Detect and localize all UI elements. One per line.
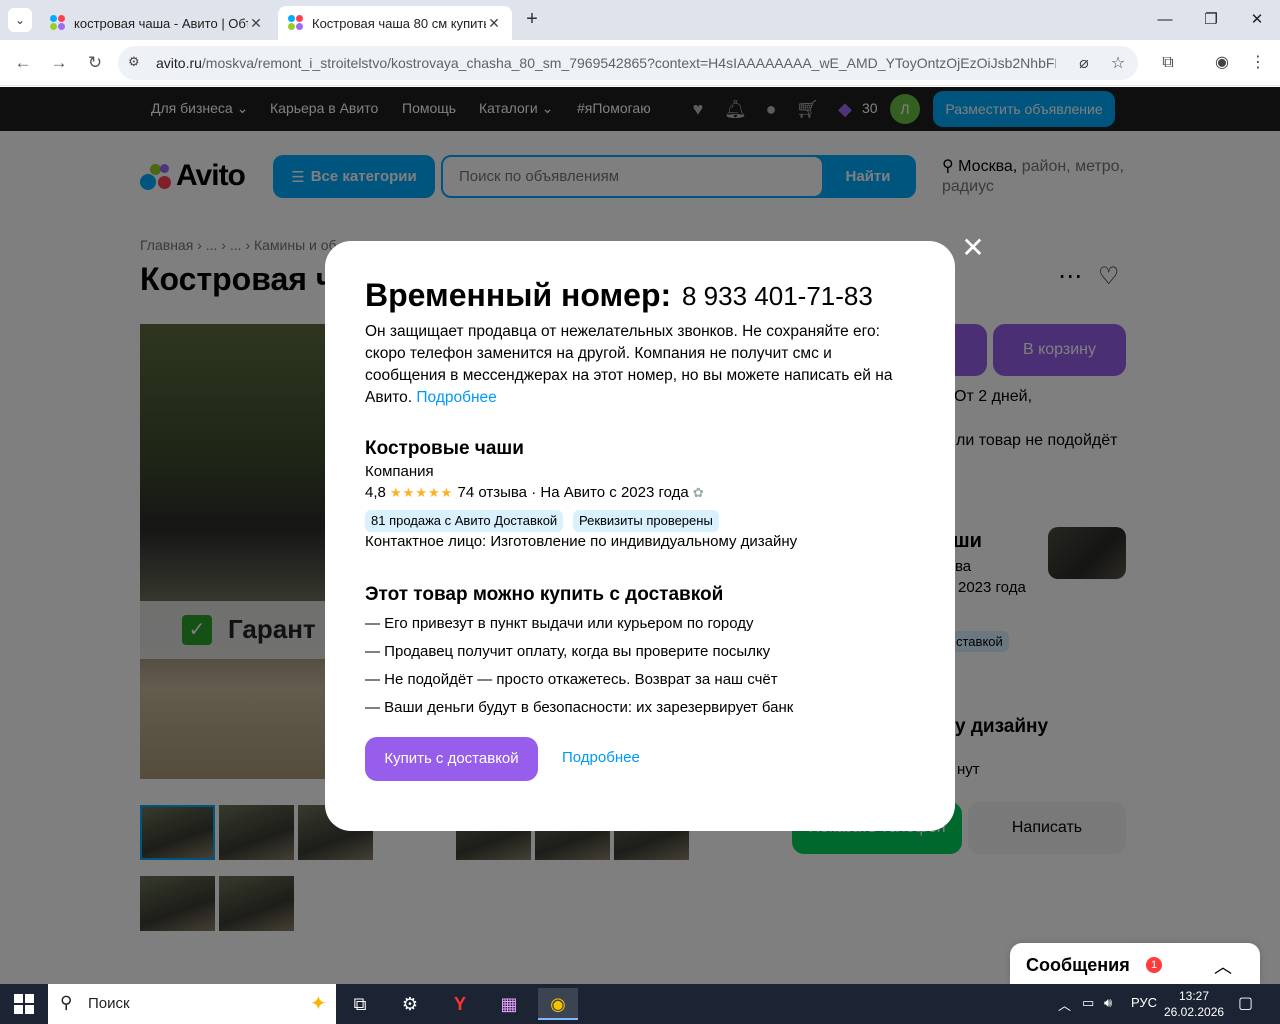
- yandex-browser-icon[interactable]: Y: [440, 988, 480, 1020]
- restore-icon[interactable]: ❐: [1188, 0, 1234, 40]
- buy-with-delivery-button[interactable]: Купить с доставкой: [365, 737, 538, 781]
- chrome-icon[interactable]: ◉: [538, 988, 578, 1020]
- close-icon[interactable]: ✕: [486, 15, 502, 32]
- modal-description: Он защищает продавца от нежелательных зв…: [365, 323, 893, 406]
- address-bar[interactable]: ⚙ avito.ru/moskva/remont_i_stroitelstvo/…: [118, 46, 1138, 80]
- contact-person: Контактное лицо: Изготовление по индивид…: [365, 533, 798, 550]
- list-item: — Продавец получит оплату, когда вы пров…: [365, 643, 771, 660]
- profile-icon[interactable]: ◉: [1210, 51, 1234, 75]
- volume-icon[interactable]: 🔊︎: [1104, 995, 1112, 1011]
- site-settings-icon[interactable]: ⚙: [128, 54, 146, 72]
- forward-arrow-icon[interactable]: →: [46, 50, 72, 76]
- task-view-icon[interactable]: ⧉: [340, 988, 380, 1020]
- description-more-link[interactable]: Подробнее: [416, 389, 496, 406]
- windows-start-icon[interactable]: [14, 994, 34, 1014]
- search-icon: ⚲: [60, 993, 73, 1012]
- settings-gear-icon[interactable]: ⚙: [390, 988, 430, 1020]
- extensions-icon[interactable]: ⧉: [1156, 51, 1180, 75]
- seller-rating-row: 4,8 ★★★★★ 74 отзыва · На Авито с 2023 го…: [365, 484, 704, 501]
- location-off-icon[interactable]: ⌀: [1074, 54, 1094, 74]
- browser-tab-2[interactable]: Костровая чаша 80 см купить ✕: [278, 6, 512, 40]
- delivery-points-list: — Его привезут в пункт выдачи или курьер…: [365, 615, 793, 727]
- reviews-link[interactable]: 74 отзыва: [457, 484, 527, 501]
- new-tab-plus-icon[interactable]: +: [520, 8, 544, 32]
- rating-value: 4,8: [365, 484, 386, 501]
- list-item: — Его привезут в пункт выдачи или курьер…: [365, 615, 754, 632]
- tray-chevron-icon[interactable]: ︿: [1058, 995, 1071, 1014]
- bookmark-star-icon[interactable]: ☆: [1108, 54, 1128, 74]
- browser-tab-strip: ⌄ костровая чаша - Авито | Объ ✕ Костров…: [0, 0, 1280, 40]
- unread-badge: 1: [1146, 957, 1162, 973]
- chevron-up-icon[interactable]: ︿: [1214, 953, 1232, 979]
- windows-taskbar: ⚲ Поиск ✦ ⧉ ⚙ Y ▦ ◉ ︿ ▭ 🔊︎ РУС 13:27 26.…: [0, 984, 1280, 1024]
- back-arrow-icon[interactable]: ←: [10, 50, 36, 76]
- more-info-link[interactable]: Подробнее: [562, 749, 640, 766]
- taskbar-search[interactable]: ⚲ Поиск ✦: [48, 984, 336, 1024]
- rating-stars-icon: ★★★★★: [390, 485, 454, 500]
- close-icon[interactable]: ✕: [248, 15, 264, 32]
- seller-type: Компания: [365, 463, 434, 480]
- avito-page: Для бизнеса ⌄ Карьера в Авито Помощь Кат…: [0, 87, 1280, 984]
- tab-search-button[interactable]: ⌄: [8, 8, 32, 32]
- network-icon[interactable]: ▭: [1082, 995, 1094, 1011]
- notifications-icon[interactable]: ▢: [1238, 993, 1253, 1013]
- temp-phone-number[interactable]: 8 933 401-71-83: [682, 281, 873, 312]
- messages-widget[interactable]: Сообщения 1 ︿: [1010, 943, 1260, 984]
- modal-heading: Временный номер:: [365, 277, 672, 313]
- more-menu-icon[interactable]: ⋮: [1246, 51, 1270, 75]
- clock[interactable]: 13:27 26.02.2026: [1164, 988, 1224, 1020]
- minimize-icon[interactable]: —: [1142, 0, 1188, 40]
- temp-phone-modal: Временный номер: 8 933 401-71-83 Он защи…: [325, 241, 955, 831]
- url-text[interactable]: avito.ru/moskva/remont_i_stroitelstvo/ko…: [156, 55, 1056, 71]
- modal-close-icon[interactable]: ✕: [960, 234, 986, 262]
- app-grid-icon[interactable]: ▦: [489, 988, 529, 1020]
- window-close-icon[interactable]: ✕: [1234, 0, 1280, 40]
- seller-since: · На Авито с 2023 года: [531, 484, 689, 501]
- avito-favicon-icon: [50, 15, 66, 31]
- chevron-down-icon: ⌄: [14, 13, 26, 27]
- verified-seller-icon: ✿: [692, 485, 704, 500]
- browser-toolbar: ← → ↻ ⚙ avito.ru/moskva/remont_i_stroite…: [0, 40, 1280, 86]
- delivery-heading: Этот товар можно купить с доставкой: [365, 584, 724, 605]
- sparkle-icon: ✦: [310, 993, 327, 1015]
- delivery-sales-badge: 81 продажа с Авито Доставкой: [365, 510, 564, 532]
- list-item: — Ваши деньги будут в безопасности: их з…: [365, 699, 794, 716]
- list-item: — Не подойдёт — просто откажетесь. Возвр…: [365, 671, 778, 688]
- tab-title: костровая чаша - Авито | Объ: [74, 15, 248, 31]
- tab-title: Костровая чаша 80 см купить: [312, 15, 486, 31]
- browser-tab-1[interactable]: костровая чаша - Авито | Объ ✕: [40, 6, 274, 40]
- reload-icon[interactable]: ↻: [82, 50, 108, 76]
- seller-name[interactable]: Костровые чаши: [365, 438, 524, 460]
- verified-details-badge: Реквизиты проверены: [573, 510, 719, 532]
- avito-favicon-icon: [288, 15, 304, 31]
- language-indicator[interactable]: РУС: [1131, 995, 1157, 1010]
